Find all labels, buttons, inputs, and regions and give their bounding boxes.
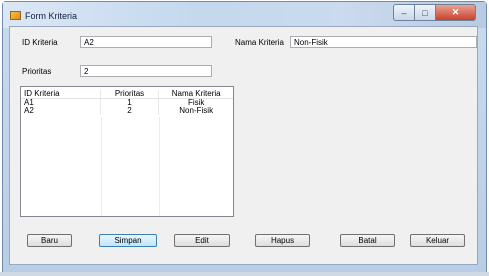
- taskbar-strip: [0, 272, 489, 276]
- batal-button[interactable]: Batal: [340, 234, 395, 247]
- id-kriteria-input[interactable]: A2: [80, 36, 212, 48]
- simpan-button[interactable]: Simpan: [99, 234, 157, 247]
- maximize-button[interactable]: □: [414, 4, 436, 21]
- cell-nama: Non-Fisik: [179, 106, 214, 115]
- grid-column-divider: [159, 117, 160, 216]
- grid-column-divider: [101, 117, 102, 216]
- column-header-prioritas[interactable]: Prioritas: [101, 90, 160, 98]
- close-button[interactable]: ✕: [435, 4, 476, 21]
- cell-id: A2: [21, 107, 101, 115]
- window-title: Form Kriteria: [25, 11, 78, 21]
- cell-prioritas: 2: [101, 107, 160, 115]
- minimize-button[interactable]: –: [393, 4, 415, 21]
- title-bar[interactable]: Form Kriteria – □ ✕: [3, 2, 486, 28]
- nama-kriteria-input[interactable]: Non-Fisik: [290, 36, 477, 48]
- prioritas-label: Prioritas: [22, 67, 52, 76]
- grid-empty-area: [21, 117, 233, 216]
- column-header-id[interactable]: ID Kriteria: [21, 90, 101, 98]
- table-row[interactable]: A2 2 Non-Fisik: [21, 107, 233, 115]
- column-header-nama[interactable]: Nama Kriteria: [159, 90, 233, 98]
- hapus-button[interactable]: Hapus: [255, 234, 310, 247]
- prioritas-input[interactable]: 2: [80, 65, 212, 77]
- app-icon: [10, 11, 21, 20]
- nama-kriteria-label: Nama Kriteria: [235, 38, 284, 47]
- id-kriteria-label: ID Kriteria: [22, 38, 58, 47]
- baru-button[interactable]: Baru: [27, 234, 72, 247]
- keluar-button[interactable]: Keluar: [410, 234, 465, 247]
- edit-button[interactable]: Edit: [174, 234, 230, 247]
- kriteria-grid[interactable]: ID Kriteria Prioritas Nama Kriteria A1 1…: [20, 86, 234, 217]
